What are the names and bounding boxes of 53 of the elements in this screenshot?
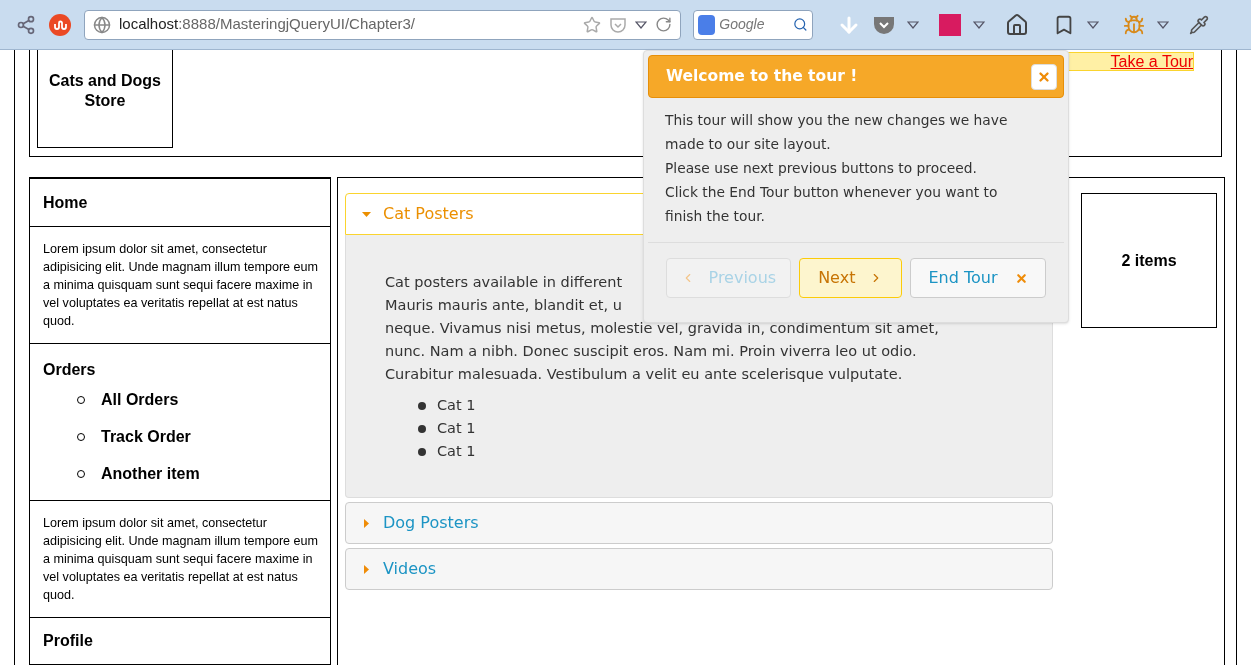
nav-link[interactable]: Profile	[43, 629, 93, 653]
take-tour-link[interactable]: Take a Tour	[1067, 52, 1194, 71]
nav-sublink[interactable]: Another item	[101, 462, 200, 486]
panel-text: Curabitur malesuada. Vestibulum a velit eu ante scelerisque vulputate.	[385, 365, 903, 384]
list-item: Cat 1	[437, 441, 476, 461]
close-icon	[1037, 69, 1051, 84]
tour-text: Click the End Tour button whenever you want to	[665, 183, 998, 202]
cart-count: 2 items	[1121, 250, 1177, 271]
list-item: Cat 1	[437, 395, 476, 415]
caret-down-icon	[362, 209, 371, 219]
bullet-icon	[418, 401, 426, 410]
address-bar[interactable]: localhost:8888/MasteringjQueryUI/Chapter3/	[84, 9, 681, 40]
lorem-paragraph: Lorem ipsum dolor sit amet, consectetur adipisicing elit. Unde magnam illum tempore eum a minima quisquam sunt sequi facere maxime in vel voluptates ea veritatis repellat at est natus quod.	[43, 515, 320, 604]
nav-link[interactable]: Home	[43, 190, 88, 215]
tour-text: Please use next previous buttons to proceed.	[665, 159, 977, 178]
panel-text: neque. Vivamus nisi metus, molestie vel, gravida in, condimentum sit amet,	[385, 319, 939, 338]
dropdown-icon[interactable]	[907, 20, 919, 29]
eyedropper-icon[interactable]	[1189, 14, 1209, 35]
dropdown-icon[interactable]	[973, 20, 985, 29]
nav-sublink[interactable]: Track Order	[101, 425, 191, 449]
home-icon[interactable]	[1005, 12, 1029, 37]
nav-sublink[interactable]: All Orders	[101, 388, 179, 412]
search-input[interactable]: Google	[719, 14, 790, 35]
close-button[interactable]	[1031, 63, 1057, 90]
panel-text: Mauris mauris ante, blandit et, u	[385, 296, 622, 315]
lorem-paragraph: Lorem ipsum dolor sit amet, consectetur adipisicing elit. Unde magnam illum tempore eum a minima quisquam sunt sequi facere maxime in vel voluptates ea veritatis repellat at est natus quod.	[43, 241, 320, 330]
stumble-icon[interactable]	[48, 12, 72, 37]
search-bar[interactable]: Google	[693, 9, 813, 40]
tour-text: made to our site layout.	[665, 135, 831, 154]
url-text: localhost:8888/MasteringjQueryUI/Chapter3/	[119, 14, 415, 35]
nodes-icon[interactable]	[16, 14, 36, 35]
tour-text: This tour will show you the new changes we have	[665, 111, 1008, 130]
bullet-icon	[418, 424, 426, 433]
close-icon	[1015, 271, 1029, 285]
tour-title: Welcome to the tour !	[666, 65, 858, 87]
panel-text: nunc. Nam a nibh. Donec suscipit eros. Nam mi. Proin viverra leo ut odio.	[385, 342, 917, 361]
pocket-icon[interactable]	[873, 14, 895, 35]
dropdown-icon[interactable]	[635, 20, 647, 29]
search-icon[interactable]	[793, 16, 808, 33]
caret-right-icon	[362, 564, 371, 574]
dropdown-icon[interactable]	[1087, 20, 1099, 29]
caret-right-icon	[362, 518, 371, 528]
list-item: Cat 1	[437, 418, 476, 438]
dropdown-icon[interactable]	[1157, 20, 1169, 29]
tour-text: finish the tour.	[665, 207, 765, 226]
pocket-icon[interactable]	[609, 15, 627, 34]
reload-icon[interactable]	[655, 16, 672, 33]
star-icon[interactable]	[583, 15, 601, 34]
nav-group-title: Orders	[43, 360, 97, 380]
store-name: Cats and Dogs Store	[48, 70, 162, 111]
globe-icon	[93, 15, 111, 34]
bullet-icon	[418, 447, 426, 456]
panel-text: Cat posters available in different	[385, 273, 623, 292]
